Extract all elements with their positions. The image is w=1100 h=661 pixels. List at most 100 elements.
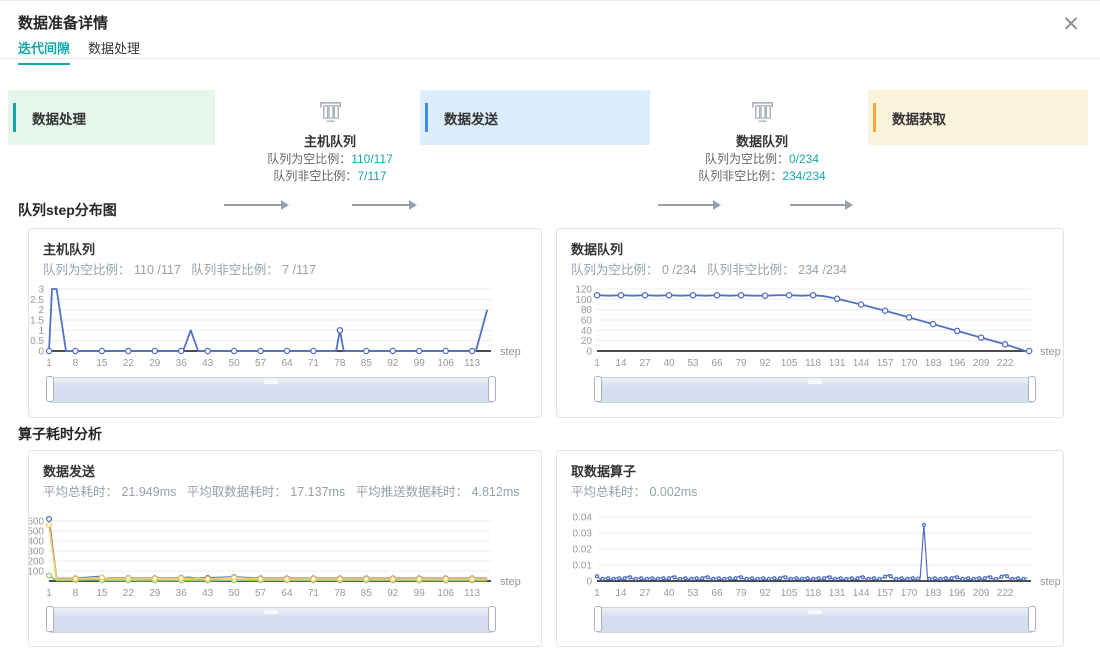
svg-text:8: 8 [73, 358, 79, 369]
svg-text:196: 196 [949, 358, 966, 369]
datazoom-handle-left[interactable] [46, 376, 54, 402]
svg-text:71: 71 [308, 588, 320, 599]
svg-text:step: step [1040, 576, 1061, 588]
datazoom-handle-right[interactable] [1028, 606, 1036, 632]
svg-text:50: 50 [229, 588, 241, 599]
flow-node-label: 数据获取 [868, 108, 946, 128]
datazoom-grip-icon[interactable] [264, 610, 278, 614]
get-data-operator-line-chart: 00.010.020.030.0411427405366799210511813… [557, 509, 1063, 603]
svg-text:78: 78 [334, 358, 346, 369]
svg-text:22: 22 [123, 358, 135, 369]
svg-text:85: 85 [361, 588, 373, 599]
datazoom-handle-right[interactable] [488, 606, 496, 632]
svg-text:71: 71 [308, 358, 320, 369]
tab-iteration-gap[interactable]: 迭代间隙 [18, 38, 70, 65]
arrow-right-icon [658, 204, 714, 206]
svg-text:0: 0 [586, 347, 592, 358]
svg-text:222: 222 [997, 588, 1014, 599]
svg-text:92: 92 [759, 358, 771, 369]
datazoom-handle-left[interactable] [594, 376, 602, 402]
flow-node-data-processing: 数据处理 [8, 90, 215, 145]
chart-card-title: 主机队列 [43, 239, 95, 258]
svg-text:120: 120 [575, 285, 592, 296]
svg-text:0.5: 0.5 [30, 336, 44, 347]
queue-empty-ratio-value: 0/234 [789, 152, 819, 166]
datazoom-handle-right[interactable] [488, 376, 496, 402]
datazoom-handle-left[interactable] [594, 606, 602, 632]
svg-text:40: 40 [663, 588, 675, 599]
svg-text:0.03: 0.03 [573, 529, 593, 540]
flow-node-data-send: 数据发送 [420, 90, 650, 145]
chart-card-title: 数据发送 [43, 461, 95, 480]
svg-text:157: 157 [877, 358, 894, 369]
chart-card-title: 数据队列 [571, 239, 623, 258]
svg-text:2: 2 [38, 305, 44, 316]
svg-text:40: 40 [581, 326, 593, 337]
flow-node-data-fetch: 数据获取 [868, 90, 1088, 145]
chart-card-stats: 队列为空比例： 0 /234 队列非空比例： 234 /234 [571, 259, 847, 278]
svg-text:43: 43 [202, 588, 214, 599]
datazoom-grip-icon[interactable] [808, 380, 822, 384]
svg-text:2.5: 2.5 [30, 295, 44, 306]
svg-text:22: 22 [123, 588, 135, 599]
svg-text:105: 105 [781, 358, 798, 369]
tab-bar: 迭代间隙 数据处理 [0, 38, 1100, 59]
svg-text:0: 0 [586, 577, 592, 588]
svg-text:105: 105 [781, 588, 798, 599]
svg-text:100: 100 [575, 295, 592, 306]
svg-text:80: 80 [581, 305, 593, 316]
datazoom-handle-right[interactable] [1028, 376, 1036, 402]
queue-empty-ratio-label: 队列为空比例： [267, 152, 351, 166]
svg-text:85: 85 [361, 358, 373, 369]
svg-text:157: 157 [877, 588, 894, 599]
svg-text:106: 106 [437, 358, 454, 369]
svg-text:78: 78 [334, 588, 346, 599]
svg-text:1: 1 [594, 358, 600, 369]
svg-text:196: 196 [949, 588, 966, 599]
svg-text:64: 64 [281, 358, 293, 369]
datazoom-grip-icon[interactable] [808, 610, 822, 614]
svg-text:92: 92 [387, 588, 399, 599]
svg-text:27: 27 [639, 358, 651, 369]
svg-text:66: 66 [711, 358, 723, 369]
datazoom-handle-left[interactable] [46, 606, 54, 632]
svg-text:118: 118 [805, 588, 821, 599]
svg-text:50: 50 [229, 358, 241, 369]
svg-text:600: 600 [29, 517, 44, 528]
svg-text:29: 29 [149, 358, 161, 369]
svg-text:40: 40 [663, 358, 675, 369]
svg-text:92: 92 [387, 358, 399, 369]
datazoom-slider[interactable] [49, 607, 493, 633]
svg-text:183: 183 [925, 588, 942, 599]
queue-empty-ratio-value: 110/117 [351, 152, 393, 166]
svg-text:29: 29 [149, 588, 161, 599]
section-title-queue-step: 队列step分布图 [18, 200, 117, 220]
host-queue-label: 主机队列 [255, 131, 405, 150]
close-icon[interactable]: ✕ [1058, 12, 1084, 38]
svg-text:144: 144 [853, 588, 870, 599]
datazoom-grip-icon[interactable] [264, 380, 278, 384]
datazoom-slider[interactable] [49, 377, 493, 403]
svg-text:3: 3 [38, 285, 44, 296]
tab-data-processing[interactable]: 数据处理 [88, 38, 140, 63]
svg-text:0.04: 0.04 [573, 513, 593, 524]
svg-text:1: 1 [46, 588, 52, 599]
queue-icon [749, 98, 776, 125]
chart-card-stats: 平均总耗时： 0.002ms [571, 481, 697, 500]
svg-text:66: 66 [711, 588, 723, 599]
svg-text:99: 99 [414, 588, 426, 599]
svg-text:15: 15 [96, 588, 108, 599]
svg-text:113: 113 [464, 588, 480, 599]
svg-text:170: 170 [901, 588, 918, 599]
pipeline-flow-diagram: 数据处理 主机队列 队列为空比例：110/117 队列非空比例：7/117 数据… [0, 88, 1100, 198]
arrow-right-icon [790, 204, 846, 206]
datazoom-slider[interactable] [597, 377, 1033, 403]
datazoom-slider[interactable] [597, 607, 1033, 633]
svg-text:300: 300 [29, 547, 44, 558]
svg-text:1.5: 1.5 [30, 316, 44, 327]
chart-card-get-data-operator: 取数据算子 平均总耗时： 0.002ms 00.010.020.030.0411… [556, 450, 1064, 647]
svg-text:170: 170 [901, 358, 918, 369]
host-queue-block: 主机队列 队列为空比例：110/117 队列非空比例：7/117 [255, 98, 405, 184]
svg-text:step: step [1040, 346, 1061, 358]
svg-text:106: 106 [437, 588, 454, 599]
